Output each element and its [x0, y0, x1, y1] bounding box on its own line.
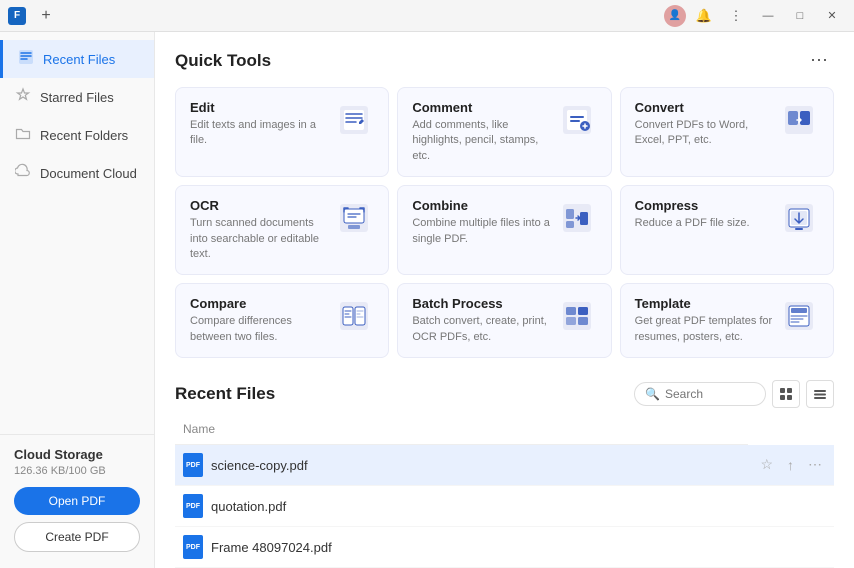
quick-tools-header: Quick Tools ⋯ [175, 48, 834, 73]
sidebar-recent-folders-label: Recent Folders [40, 128, 128, 143]
recent-folders-icon [14, 125, 32, 145]
tool-ocr-desc: Turn scanned documents into searchable o… [190, 216, 334, 262]
tool-compare-desc: Compare differences between two files. [190, 314, 334, 345]
file-icon: PDF [183, 453, 203, 477]
tool-ocr[interactable]: OCR Turn scanned documents into searchab… [175, 185, 389, 275]
sidebar-recent-files-label: Recent Files [43, 52, 115, 67]
search-bar: 🔍 [634, 380, 834, 408]
recent-files-header: Recent Files 🔍 [175, 380, 834, 408]
table-row[interactable]: PDF quotation.pdf [175, 486, 834, 527]
tool-combine-desc: Combine multiple files into a single PDF… [412, 216, 556, 247]
tool-comment-desc: Add comments, like highlights, pencil, s… [412, 118, 556, 164]
tool-comment-icon [557, 100, 597, 140]
search-input-wrap: 🔍 [634, 382, 766, 406]
tool-compress[interactable]: Compress Reduce a PDF file size. [620, 185, 834, 275]
tool-edit[interactable]: Edit Edit texts and images in a file. [175, 87, 389, 177]
tool-ocr-name: OCR [190, 198, 334, 213]
more-options-button[interactable]: ⋮ [722, 4, 750, 28]
search-input[interactable] [665, 387, 755, 401]
tool-template-icon [779, 296, 819, 336]
tool-template-name: Template [635, 296, 779, 311]
tool-convert-desc: Convert PDFs to Word, Excel, PPT, etc. [635, 118, 779, 149]
open-pdf-button[interactable]: Open PDF [14, 487, 140, 515]
minimize-button[interactable]: — [754, 4, 782, 28]
tool-compress-desc: Reduce a PDF file size. [635, 216, 779, 231]
cloud-storage-title: Cloud Storage [14, 447, 140, 462]
quick-tools-more-button[interactable]: ⋯ [804, 48, 834, 73]
upload-button[interactable]: ↑ [783, 455, 798, 475]
table-row[interactable]: PDF science-copy.pdf ☆ ↑ ⋯ [175, 445, 834, 486]
main-layout: Recent Files Starred Files Recent Folder… [0, 32, 854, 568]
close-button[interactable]: ✕ [818, 4, 846, 28]
tool-compress-icon [779, 198, 819, 238]
tool-template[interactable]: Template Get great PDF templates for res… [620, 283, 834, 358]
tool-convert-icon [779, 100, 819, 140]
content-area: Quick Tools ⋯ Edit Edit texts and images… [155, 32, 854, 568]
file-name: Frame 48097024.pdf [211, 540, 332, 555]
tool-combine[interactable]: Combine Combine multiple files into a si… [397, 185, 611, 275]
grid-view-button[interactable] [806, 380, 834, 408]
star-button[interactable]: ☆ [756, 454, 777, 475]
list-view-button[interactable] [772, 380, 800, 408]
tools-grid: Edit Edit texts and images in a file. Co… [175, 87, 834, 358]
tool-batch-process-name: Batch Process [412, 296, 556, 311]
tool-convert[interactable]: Convert Convert PDFs to Word, Excel, PPT… [620, 87, 834, 177]
title-bar-right: 👤 🔔 ⋮ — □ ✕ [664, 4, 846, 28]
table-row[interactable]: PDF Frame 48097024.pdf [175, 527, 834, 568]
tool-batch-process[interactable]: Batch Process Batch convert, create, pri… [397, 283, 611, 358]
file-name-cell: PDF science-copy.pdf [183, 453, 740, 477]
tool-convert-name: Convert [635, 100, 779, 115]
tool-edit-name: Edit [190, 100, 334, 115]
title-bar-left: F + [8, 4, 58, 28]
column-name-header: Name [175, 418, 748, 445]
file-icon: PDF [183, 494, 203, 518]
tool-combine-icon [557, 198, 597, 238]
sidebar-document-cloud-label: Document Cloud [40, 166, 137, 181]
cloud-storage-subtitle: 126.36 KB/100 GB [14, 465, 140, 477]
create-pdf-button[interactable]: Create PDF [14, 522, 140, 552]
tool-combine-name: Combine [412, 198, 556, 213]
tool-template-desc: Get great PDF templates for resumes, pos… [635, 314, 779, 345]
tool-compare-name: Compare [190, 296, 334, 311]
notifications-button[interactable]: 🔔 [690, 4, 718, 28]
title-bar: F + 👤 🔔 ⋮ — □ ✕ [0, 0, 854, 32]
tool-comment[interactable]: Comment Add comments, like highlights, p… [397, 87, 611, 177]
file-actions: ☆ ↑ ⋯ [756, 454, 826, 475]
tool-ocr-icon [334, 198, 374, 238]
recent-files-title: Recent Files [175, 384, 275, 404]
cloud-storage-section: Cloud Storage 126.36 KB/100 GB Open PDF … [0, 434, 154, 568]
file-name: quotation.pdf [211, 499, 286, 514]
more-button[interactable]: ⋯ [804, 454, 826, 475]
sidebar-item-starred-files[interactable]: Starred Files [0, 78, 154, 116]
tool-comment-name: Comment [412, 100, 556, 115]
sidebar: Recent Files Starred Files Recent Folder… [0, 32, 155, 568]
starred-files-icon [14, 87, 32, 107]
new-tab-button[interactable]: + [34, 4, 58, 28]
file-icon: PDF [183, 535, 203, 559]
search-icon: 🔍 [645, 387, 660, 401]
sidebar-item-recent-folders[interactable]: Recent Folders [0, 116, 154, 154]
app-icon: F [8, 7, 26, 25]
tool-edit-desc: Edit texts and images in a file. [190, 118, 334, 149]
maximize-button[interactable]: □ [786, 4, 814, 28]
tool-batch-process-desc: Batch convert, create, print, OCR PDFs, … [412, 314, 556, 345]
file-name: science-copy.pdf [211, 458, 308, 473]
file-name-cell: PDF quotation.pdf [183, 494, 740, 518]
tool-batch-process-icon [557, 296, 597, 336]
tool-compare-icon [334, 296, 374, 336]
tool-compare[interactable]: Compare Compare differences between two … [175, 283, 389, 358]
files-table: Name PDF science-copy.pdf [175, 418, 834, 568]
sidebar-item-document-cloud[interactable]: Document Cloud [0, 154, 154, 192]
avatar: 👤 [664, 5, 686, 27]
recent-files-icon [17, 49, 35, 69]
sidebar-starred-files-label: Starred Files [40, 90, 114, 105]
document-cloud-icon [14, 163, 32, 183]
file-name-cell: PDF Frame 48097024.pdf [183, 535, 740, 559]
tool-edit-icon [334, 100, 374, 140]
quick-tools-title: Quick Tools [175, 51, 271, 71]
tool-compress-name: Compress [635, 198, 779, 213]
sidebar-nav: Recent Files Starred Files Recent Folder… [0, 32, 154, 434]
sidebar-item-recent-files[interactable]: Recent Files [0, 40, 154, 78]
